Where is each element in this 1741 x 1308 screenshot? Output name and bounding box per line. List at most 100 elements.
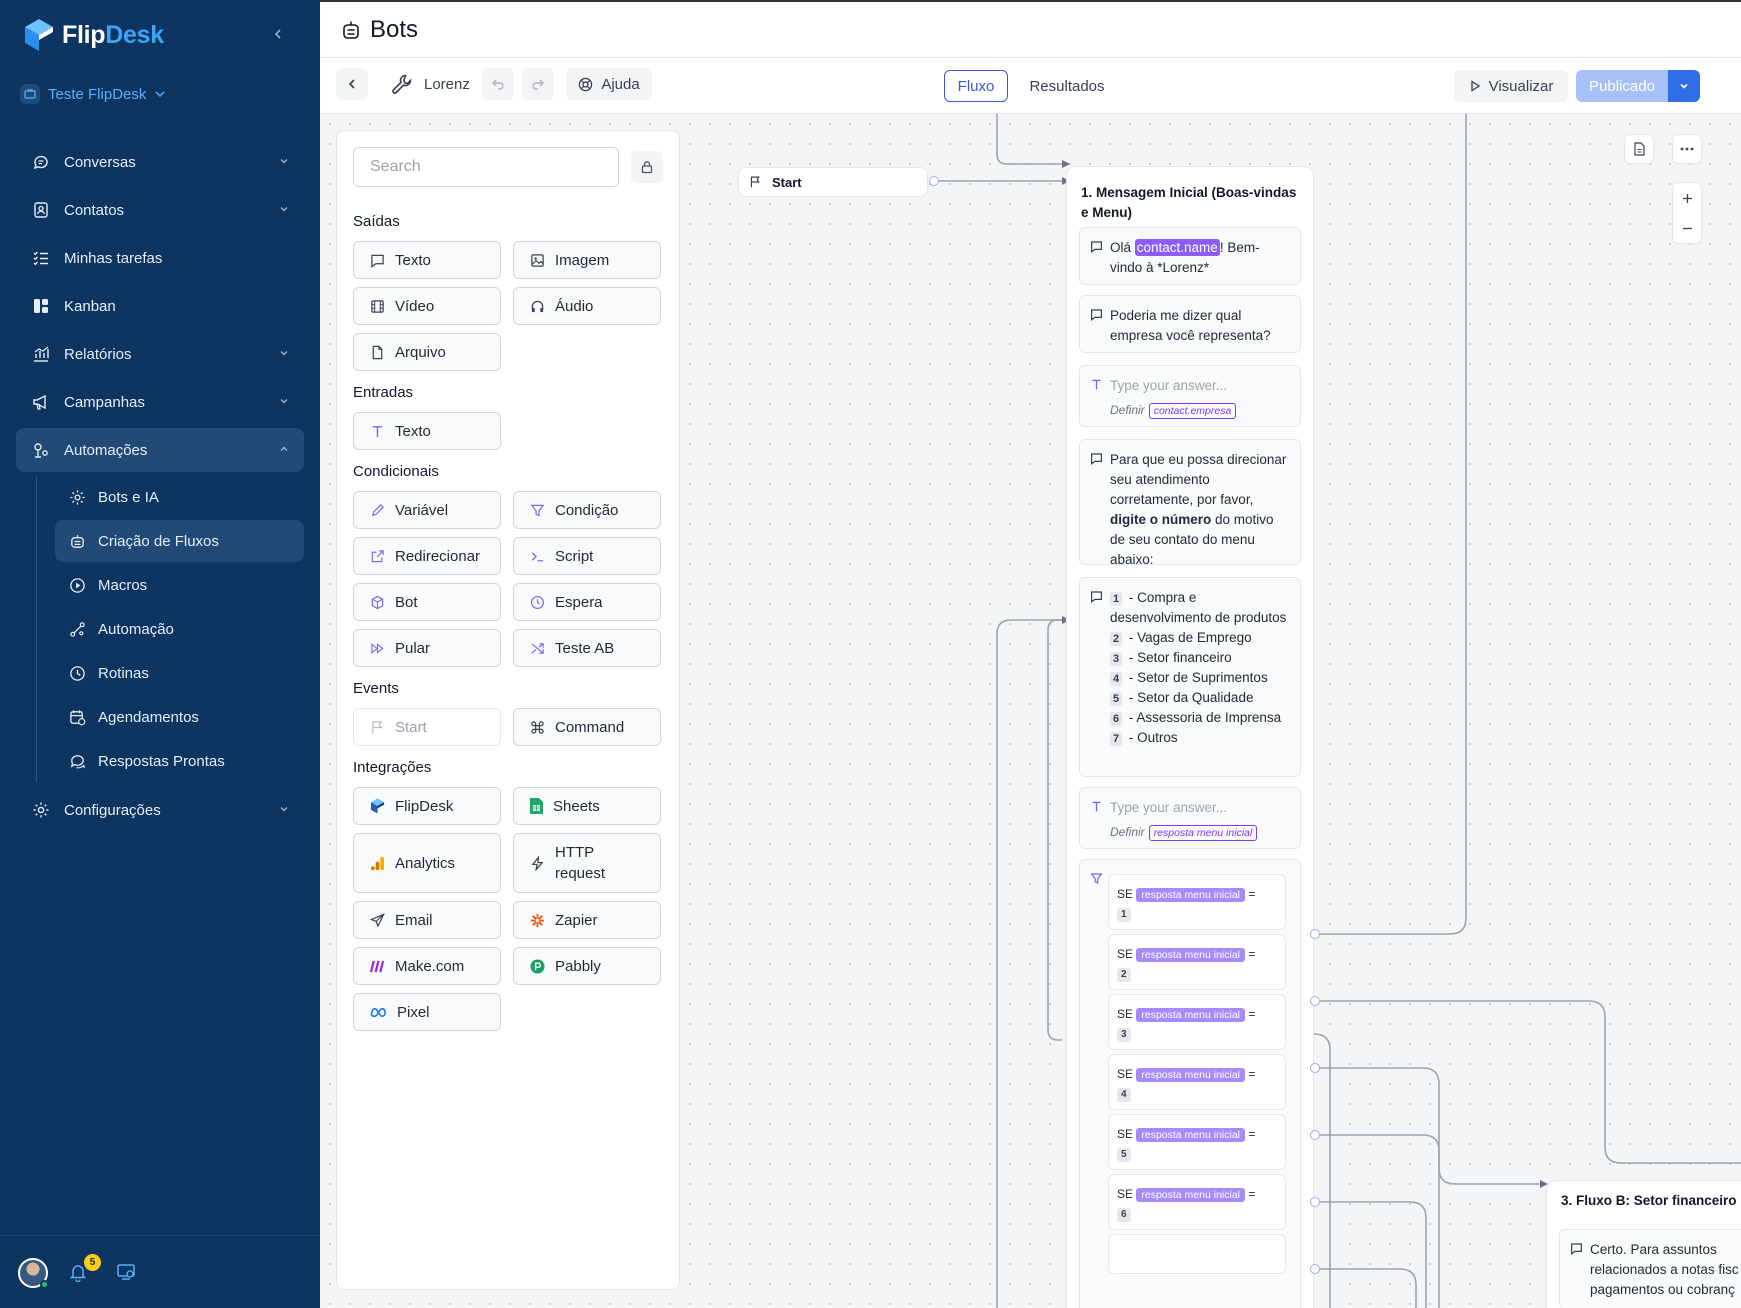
page-title-text: Bots bbox=[370, 16, 419, 43]
condition-port-3[interactable] bbox=[1310, 1063, 1320, 1073]
publish-dropdown-button[interactable] bbox=[1668, 70, 1700, 102]
block-label: Espera bbox=[555, 593, 603, 611]
block-imagem[interactable]: Imagem bbox=[513, 241, 661, 279]
condition-port-4[interactable] bbox=[1310, 1130, 1320, 1140]
condition-item-1[interactable]: SE resposta menu inicial = 1 bbox=[1108, 874, 1286, 930]
block-video[interactable]: Vídeo bbox=[353, 287, 501, 325]
block-email[interactable]: Email bbox=[353, 901, 501, 939]
block-condicao[interactable]: Condição bbox=[513, 491, 661, 529]
block-analytics[interactable]: Analytics bbox=[353, 833, 501, 893]
sidebar-item-criacao-de-fluxos[interactable]: Criação de Fluxos bbox=[55, 520, 304, 562]
text-bubble-welcome[interactable]: Olá contact.name! Bem-vindo à *Lorenz* bbox=[1079, 227, 1301, 285]
nav-item-conversas[interactable]: Conversas bbox=[16, 140, 304, 184]
bot-settings-button[interactable] bbox=[388, 68, 416, 100]
nav-item-minhas-tarefas[interactable]: Minhas tarefas bbox=[16, 236, 304, 280]
flow-canvas[interactable]: Search Saídas Texto Imagem Vídeo Áudio A… bbox=[320, 114, 1741, 1308]
text-bubble-direction[interactable]: Para que eu possa direcionar seu atendim… bbox=[1079, 439, 1301, 567]
nav-item-kanban[interactable]: Kanban bbox=[16, 284, 304, 328]
redo-button[interactable] bbox=[522, 68, 554, 100]
block-variavel[interactable]: Variável bbox=[353, 491, 501, 529]
block-audio[interactable]: Áudio bbox=[513, 287, 661, 325]
block-sheets[interactable]: Sheets bbox=[513, 787, 661, 825]
undo-button[interactable] bbox=[482, 68, 514, 100]
sidebar-item-macros[interactable]: Macros bbox=[55, 564, 304, 606]
more-options-button[interactable] bbox=[1672, 134, 1702, 164]
text-input-company[interactable]: Type your answer... Definir contact.empre… bbox=[1079, 365, 1301, 427]
preview-button[interactable]: Visualizar bbox=[1454, 70, 1568, 102]
group-fluxo-b-financeiro[interactable]: 3. Fluxo B: Setor financeiro Certo. Para… bbox=[1546, 1180, 1741, 1308]
group-title[interactable]: 1. Mensagem Inicial (Boas-vindas e Menu) bbox=[1081, 183, 1301, 223]
tab-fluxo[interactable]: Fluxo bbox=[944, 70, 1008, 102]
sidebar-item-bots-ia[interactable]: Bots e IA bbox=[55, 476, 304, 518]
tab-resultados[interactable]: Resultados bbox=[1020, 70, 1114, 102]
nav-label: Relatórios bbox=[64, 345, 132, 363]
condition-item-2[interactable]: SE resposta menu inicial = 2 bbox=[1108, 934, 1286, 990]
block-script[interactable]: Script bbox=[513, 537, 661, 575]
cond-prefix: SE bbox=[1117, 887, 1134, 901]
publish-button[interactable]: Publicado bbox=[1576, 70, 1668, 102]
collapse-sidebar-button[interactable] bbox=[266, 22, 290, 46]
bot-name[interactable]: Lorenz bbox=[424, 76, 470, 93]
sidebar-item-respostas-prontas[interactable]: Respostas Prontas bbox=[55, 740, 304, 782]
group-mensagem-inicial[interactable]: 1. Mensagem Inicial (Boas-vindas e Menu)… bbox=[1066, 166, 1314, 1308]
condition-port-1[interactable] bbox=[1310, 929, 1320, 939]
brand-logo[interactable]: FlipDesk bbox=[24, 16, 164, 54]
nav-item-configuracoes[interactable]: Configurações bbox=[16, 788, 304, 832]
text-bubble-financeiro[interactable]: Certo. Para assuntos relacionados a nota… bbox=[1559, 1229, 1741, 1308]
workspace-selector[interactable]: Teste FlipDesk bbox=[20, 80, 166, 108]
text-bubble-company-question[interactable]: Poderia me dizer qual empresa você repre… bbox=[1079, 295, 1301, 353]
condition-block[interactable]: SE resposta menu inicial = 1 SE resposta… bbox=[1079, 859, 1301, 1308]
group-title[interactable]: 3. Fluxo B: Setor financeiro bbox=[1561, 1193, 1741, 1208]
wrench-icon bbox=[392, 74, 412, 94]
condition-item-4[interactable]: SE resposta menu inicial = 4 bbox=[1108, 1054, 1286, 1110]
text-line: Certo. Para assuntos bbox=[1590, 1242, 1717, 1257]
keycap: 1 bbox=[1110, 592, 1123, 606]
condition-port-5[interactable] bbox=[1310, 1197, 1320, 1207]
block-command[interactable]: Command bbox=[513, 708, 661, 746]
zoom-out-button[interactable] bbox=[1672, 213, 1702, 243]
condition-item-6[interactable]: SE resposta menu inicial = 6 bbox=[1108, 1174, 1286, 1230]
block-pular[interactable]: Pular bbox=[353, 629, 501, 667]
more-horizontal-icon bbox=[1680, 147, 1694, 151]
condition-item-3[interactable]: SE resposta menu inicial = 3 bbox=[1108, 994, 1286, 1050]
export-button[interactable] bbox=[1624, 134, 1654, 164]
block-zapier[interactable]: Zapier bbox=[513, 901, 661, 939]
back-button[interactable] bbox=[336, 68, 368, 100]
undo-icon bbox=[492, 79, 504, 90]
condition-item-7[interactable] bbox=[1108, 1234, 1286, 1274]
terminal-icon bbox=[531, 551, 544, 561]
block-teste-ab[interactable]: Teste AB bbox=[513, 629, 661, 667]
block-arquivo[interactable]: Arquivo bbox=[353, 333, 501, 371]
sidebar-item-agendamentos[interactable]: Agendamentos bbox=[55, 696, 304, 738]
condition-port-2[interactable] bbox=[1310, 996, 1320, 1006]
condition-port-6[interactable] bbox=[1310, 1264, 1320, 1274]
blocks-search-input[interactable]: Search bbox=[353, 147, 619, 187]
nav-item-automacoes[interactable]: Automações bbox=[16, 428, 304, 472]
sidebar-item-automacao[interactable]: Automação bbox=[55, 608, 304, 650]
block-pabbly[interactable]: Pabbly bbox=[513, 947, 661, 985]
lock-palette-button[interactable] bbox=[631, 151, 663, 183]
block-bot[interactable]: Bot bbox=[353, 583, 501, 621]
text-input-menu-answer[interactable]: Type your answer... Definir resposta menu… bbox=[1079, 787, 1301, 849]
nav-item-campanhas[interactable]: Campanhas bbox=[16, 380, 304, 424]
text-bubble-menu[interactable]: 1 - Compra e desenvolvimento de produtos… bbox=[1079, 577, 1301, 777]
sidebar-item-rotinas[interactable]: Rotinas bbox=[55, 652, 304, 694]
cond-operator: = bbox=[1248, 947, 1256, 961]
block-texto[interactable]: Texto bbox=[353, 241, 501, 279]
block-input-texto[interactable]: Texto bbox=[353, 412, 501, 450]
condition-item-5[interactable]: SE resposta menu inicial = 5 bbox=[1108, 1114, 1286, 1170]
start-node[interactable]: Start bbox=[738, 167, 928, 197]
screen-share-icon[interactable] bbox=[116, 1262, 136, 1282]
block-http-request[interactable]: HTTP request bbox=[513, 833, 661, 893]
block-make[interactable]: Make.com bbox=[353, 947, 501, 985]
help-button[interactable]: Ajuda bbox=[566, 68, 652, 100]
nav-item-contatos[interactable]: Contatos bbox=[16, 188, 304, 232]
block-flipdesk[interactable]: FlipDesk bbox=[353, 787, 501, 825]
zoom-in-button[interactable] bbox=[1672, 183, 1702, 213]
chevron-down-icon bbox=[1680, 83, 1688, 89]
start-output-port[interactable] bbox=[929, 176, 939, 186]
nav-item-relatorios[interactable]: Relatórios bbox=[16, 332, 304, 376]
block-espera[interactable]: Espera bbox=[513, 583, 661, 621]
block-pixel[interactable]: Pixel bbox=[353, 993, 501, 1031]
block-redirecionar[interactable]: Redirecionar bbox=[353, 537, 501, 575]
